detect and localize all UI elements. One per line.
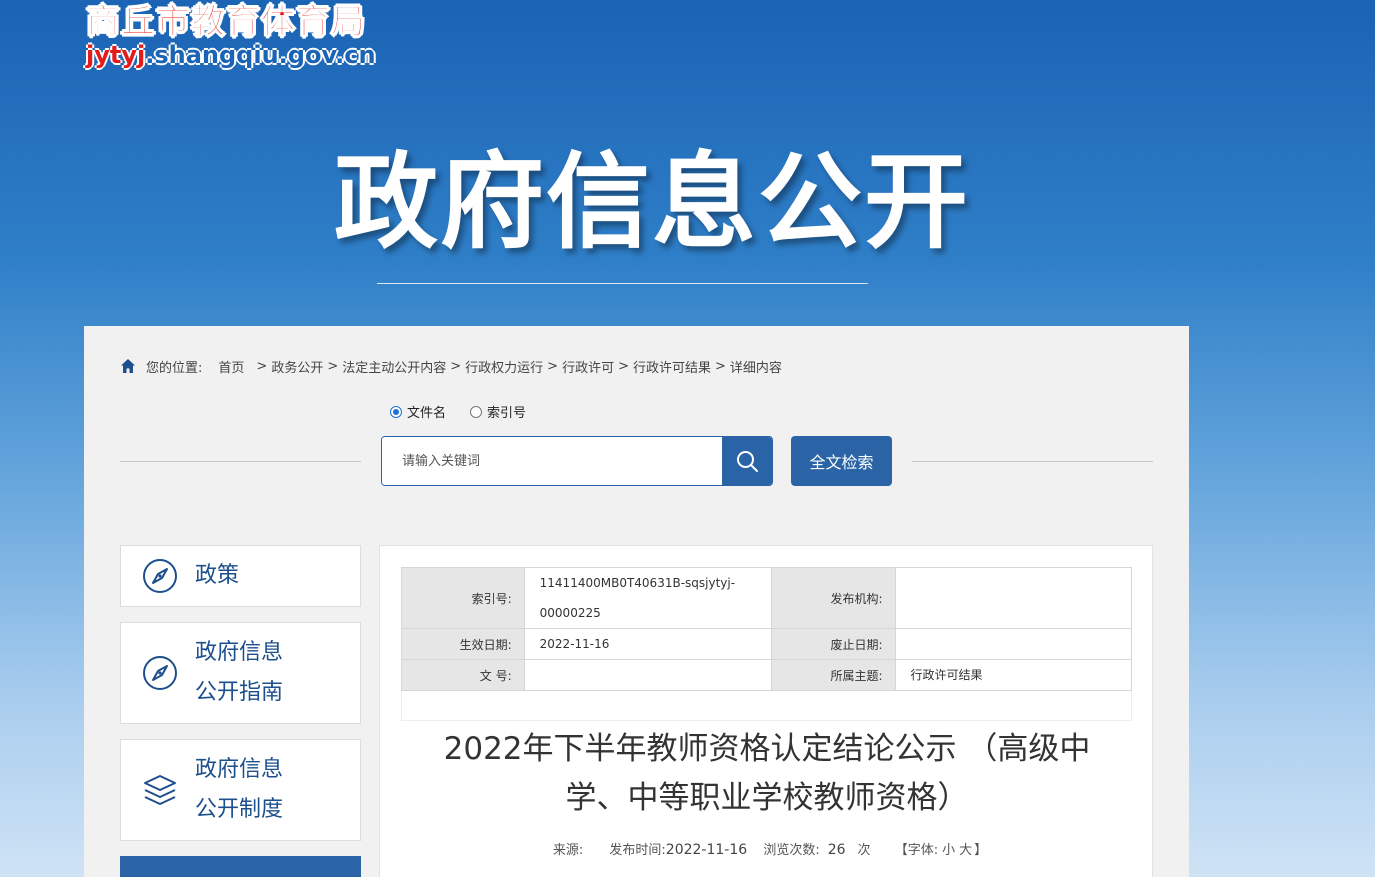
search-divider-left	[120, 461, 361, 462]
sidebar-item-label: 政府信息 公开指南	[195, 633, 283, 713]
logo-chinese-name: 商丘市教育体育局	[86, 2, 366, 43]
home-icon	[121, 359, 135, 373]
layers-icon	[144, 775, 176, 805]
sidebar-item-disclosure-guide[interactable]: 政府信息 公开指南	[120, 622, 361, 724]
sidebar-item-line: 政策	[195, 563, 240, 588]
source-label: 来源:	[552, 843, 584, 858]
main-panel: 您的位置: 首页 > 政务公开 > 法定主动公开内容 > 行政权力运行 > 行政…	[84, 326, 1189, 877]
font-large-button[interactable]: 大	[959, 843, 972, 858]
radio-index-dot[interactable]	[470, 405, 483, 418]
view-count-label: 浏览次数:	[763, 843, 820, 858]
breadcrumb: 您的位置: 首页 > 政务公开 > 法定主动公开内容 > 行政权力运行 > 行政…	[120, 356, 782, 376]
publisher-value	[894, 567, 1133, 629]
document-number-value	[523, 659, 772, 691]
breadcrumb-detail: 详细内容	[729, 360, 782, 376]
sidebar-item-label: 政府信息 公开制度	[195, 750, 283, 830]
topic-key: 所属主题:	[770, 659, 896, 691]
sidebar-item-active[interactable]	[120, 856, 361, 877]
logo-url-prefix: jytyj	[86, 41, 146, 69]
radio-filename-label: 文件名	[407, 406, 447, 421]
sidebar-item-disclosure-system[interactable]: 政府信息 公开制度	[120, 739, 361, 841]
logo-url-domain: .shangqiu.gov.cn	[145, 41, 376, 69]
search-button[interactable]	[722, 437, 772, 485]
search-type-options: 文件名 索引号	[390, 402, 550, 421]
document-title: 2022年下半年教师资格认定结论公示 （高级中学、中等职业学校教师资格）	[443, 731, 1091, 816]
topic-value: 行政许可结果	[894, 659, 1133, 691]
sidebar-item-line: 公开制度	[195, 797, 284, 822]
publish-time-value: 2022-11-16	[665, 842, 748, 858]
site-logo[interactable]: 商丘市教育体育局 jytyj.shangqiu.gov.cn	[86, 2, 386, 72]
view-count-value: 26	[827, 842, 846, 858]
compass-icon	[143, 656, 177, 690]
breadcrumb-label: 您的位置:	[146, 360, 203, 376]
breadcrumb-separator: >	[715, 358, 726, 374]
search-divider-right	[912, 461, 1153, 462]
breadcrumb-separator: >	[547, 358, 559, 374]
radio-filename-dot[interactable]	[390, 405, 402, 418]
breadcrumb-permit-result[interactable]: 行政许可结果	[633, 357, 711, 376]
font-small-button[interactable]: 小	[942, 843, 955, 858]
breadcrumb-gov-affairs[interactable]: 政务公开	[271, 357, 323, 376]
index-number-value: 11411400MB0T40631B-sqsjytyj-00000225	[523, 567, 772, 629]
sidebar-item-policy[interactable]: 政策	[120, 545, 361, 607]
sidebar-item-line: 公开指南	[195, 680, 284, 705]
breadcrumb-separator: >	[450, 358, 462, 374]
breadcrumb-admin-permit[interactable]: 行政许可	[562, 357, 614, 376]
sidebar-item-label: 政策	[195, 556, 239, 596]
breadcrumb-home[interactable]: 首页	[218, 357, 244, 376]
effective-date-key: 生效日期:	[401, 628, 525, 660]
publisher-key: 发布机构:	[770, 567, 896, 629]
sidebar-item-line: 政府信息	[195, 757, 284, 782]
search-box	[381, 436, 773, 486]
breadcrumb-admin-power[interactable]: 行政权力运行	[465, 357, 543, 376]
breadcrumb-separator: >	[327, 358, 339, 374]
publish-time-label: 发布时间:	[609, 843, 666, 858]
index-number-key: 索引号:	[401, 567, 525, 629]
search-icon	[737, 451, 758, 472]
breadcrumb-statutory[interactable]: 法定主动公开内容	[342, 357, 446, 376]
table-row: 文 号: 所属主题: 行政许可结果	[401, 659, 1133, 691]
hero-divider	[377, 283, 868, 284]
radio-filename[interactable]: 文件名	[390, 402, 446, 421]
breadcrumb-separator: >	[618, 358, 629, 374]
abolish-date-key: 废止日期:	[770, 628, 896, 660]
font-size-label: 【字体:	[894, 843, 939, 858]
document-info: 来源: 发布时间:2022-11-16 浏览次数: 26 次 【字体: 小大】	[380, 839, 1154, 858]
radio-index[interactable]: 索引号	[470, 402, 526, 421]
sidebar-item-line: 政府信息	[195, 640, 284, 665]
logo-url: jytyj.shangqiu.gov.cn	[86, 42, 386, 68]
content-area: 索引号: 11411400MB0T40631B-sqsjytyj-0000022…	[379, 545, 1153, 877]
table-row: 索引号: 11411400MB0T40631B-sqsjytyj-0000022…	[401, 567, 1133, 629]
view-count-unit: 次	[857, 843, 871, 858]
font-size-label-close: 】	[974, 843, 988, 858]
compass-icon	[143, 559, 177, 593]
document-number-key: 文 号:	[401, 659, 525, 691]
radio-index-label: 索引号	[487, 406, 527, 421]
metadata-footer	[401, 691, 1132, 721]
metadata-table: 索引号: 11411400MB0T40631B-sqsjytyj-0000022…	[401, 567, 1133, 691]
table-row: 生效日期: 2022-11-16 废止日期:	[401, 628, 1133, 660]
effective-date-value: 2022-11-16	[523, 628, 772, 660]
breadcrumb-separator: >	[256, 358, 268, 374]
search-input[interactable]	[382, 437, 722, 485]
hero-title: 政府信息公开	[334, 141, 971, 263]
fulltext-search-button[interactable]: 全文检索	[791, 436, 892, 486]
abolish-date-value	[894, 628, 1133, 660]
